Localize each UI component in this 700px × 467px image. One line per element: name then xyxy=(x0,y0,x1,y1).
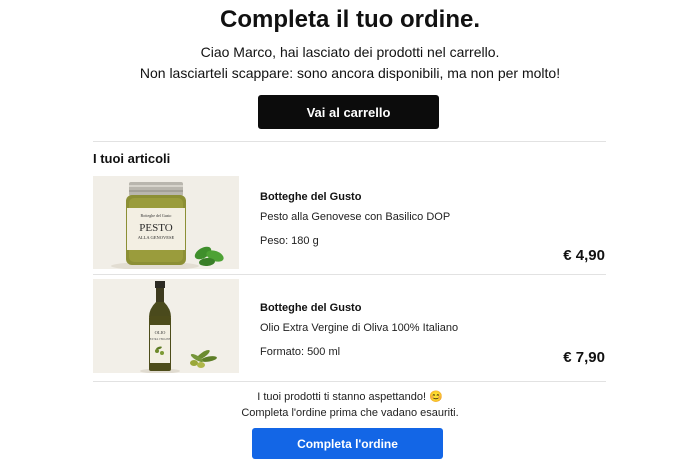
divider-bottom xyxy=(93,381,606,382)
complete-order-button[interactable]: Completa l'ordine xyxy=(252,428,443,459)
intro-line-1: Ciao Marco, hai lasciato dei prodotti ne… xyxy=(200,44,500,60)
oil-label-subtitle: EXTRA VERGINE xyxy=(150,338,171,341)
product-price: € 7,90 xyxy=(563,349,605,366)
olive-oil-bottle-image[interactable]: OLIO EXTRA VERGINE xyxy=(93,279,239,373)
reminder-line-2: Completa l'ordine prima che vadano esaur… xyxy=(241,407,459,419)
product-info-1: Botteghe del Gusto Pesto alla Genovese c… xyxy=(260,191,450,247)
pesto-label-brand: Botteghe del Gusto xyxy=(141,213,172,218)
section-title: I tuoi articoli xyxy=(93,151,171,166)
intro-text: Ciao Marco, hai lasciato dei prodotti ne… xyxy=(0,42,700,84)
reminder-text: I tuoi prodotti ti stanno aspettando! 😊 … xyxy=(0,389,700,421)
divider-middle xyxy=(93,274,606,275)
divider-top xyxy=(93,141,606,142)
product-info-2: Botteghe del Gusto Olio Extra Vergine di… xyxy=(260,302,458,358)
product-brand: Botteghe del Gusto xyxy=(260,302,362,314)
email-title: Completa il tuo ordine. xyxy=(219,6,480,33)
pesto-label-title: PESTO xyxy=(139,222,172,234)
pesto-label-subtitle: ALLA GENOVESE xyxy=(138,235,175,240)
product-name[interactable]: Pesto alla Genovese con Basilico DOP xyxy=(260,211,450,223)
go-to-cart-button[interactable]: Vai al carrello xyxy=(258,95,439,129)
product-price: € 4,90 xyxy=(563,247,605,264)
intro-line-2: Non lasciarteli scappare: sono ancora di… xyxy=(139,65,561,81)
product-format: Formato: 500 ml xyxy=(260,346,341,358)
oil-label-title: OLIO xyxy=(155,330,166,335)
reminder-line-1: I tuoi prodotti ti stanno aspettando! 😊 xyxy=(257,391,443,403)
product-brand: Botteghe del Gusto xyxy=(260,191,362,203)
pesto-jar-image[interactable]: Botteghe del Gusto PESTO ALLA GENOVESE xyxy=(93,176,239,269)
product-weight: Peso: 180 g xyxy=(260,235,319,247)
product-name[interactable]: Olio Extra Vergine di Oliva 100% Italian… xyxy=(260,322,458,334)
